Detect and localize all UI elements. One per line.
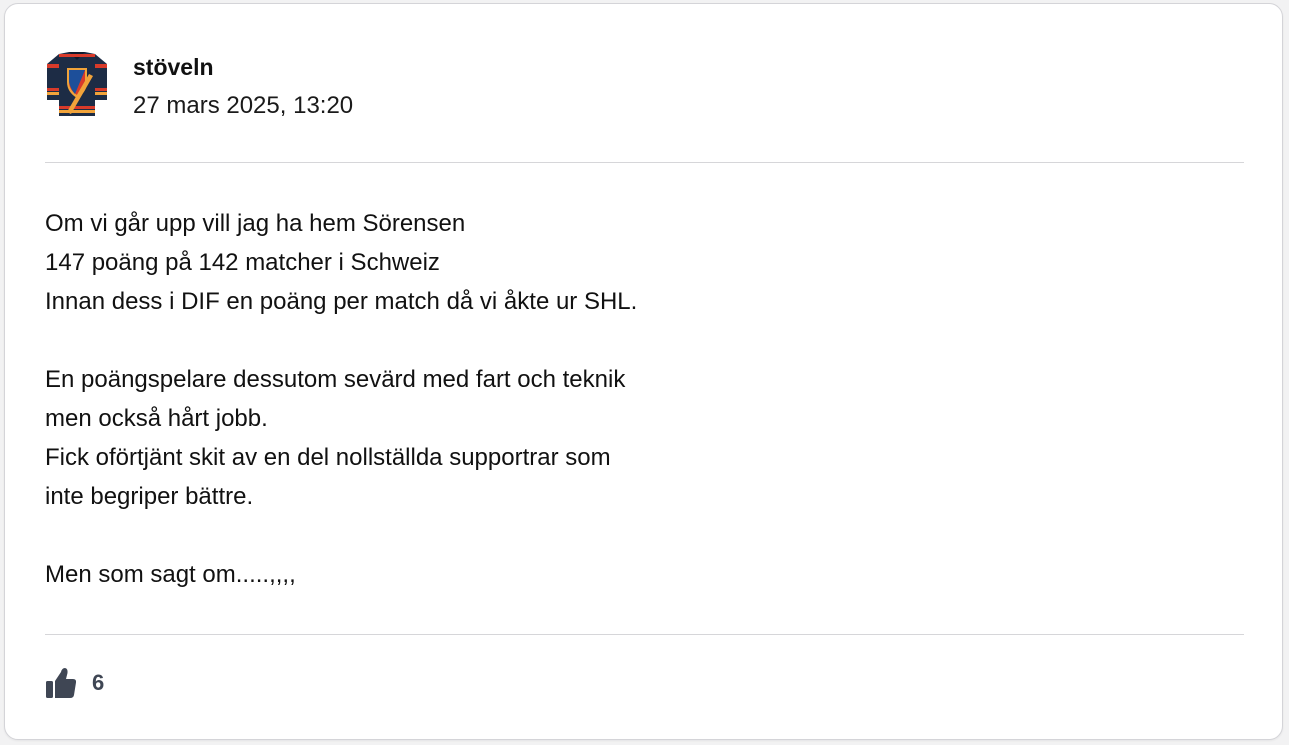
post-paragraph: Om vi går upp vill jag ha hem Sörensen 1…: [45, 204, 1145, 321]
post-line: Innan dess i DIF en poäng per match då v…: [45, 288, 638, 315]
post-line: Men som sagt om.....,,,,: [45, 561, 296, 588]
post-timestamp: 27 mars 2025, 13:20: [133, 92, 354, 119]
post-line: Fick oförtjänt skit av en del nollställd…: [45, 444, 611, 471]
author-name[interactable]: stöveln: [133, 52, 353, 82]
header-divider: [45, 162, 1244, 163]
like-button[interactable]: 6: [45, 666, 104, 700]
post-line: men också hårt jobb.: [45, 405, 268, 432]
hockey-jersey-icon: [47, 52, 107, 116]
post-card: stöveln 27 mars 2025, 13:20 Om vi går up…: [4, 3, 1283, 740]
thumbs-up-icon: [46, 668, 77, 698]
reactions-bar: 6: [45, 666, 104, 700]
post-line: 147 poäng på 142 matcher i Schweiz: [45, 249, 440, 276]
post-paragraph: Men som sagt om.....,,,,: [45, 555, 1145, 594]
post-body: Om vi går upp vill jag ha hem Sörensen 1…: [45, 204, 1145, 594]
post-line: Om vi går upp vill jag ha hem Sörensen: [45, 210, 466, 237]
post-header: stöveln 27 mars 2025, 13:20: [45, 48, 353, 121]
post-paragraph: En poängspelare dessutom sevärd med fart…: [45, 360, 1145, 516]
like-count: 6: [92, 670, 105, 695]
post-line: inte begriper bättre.: [45, 483, 254, 510]
author-block: stöveln 27 mars 2025, 13:20: [133, 48, 353, 121]
post-line: En poängspelare dessutom sevärd med fart…: [45, 366, 626, 393]
avatar[interactable]: [45, 50, 109, 118]
footer-divider: [45, 634, 1244, 635]
